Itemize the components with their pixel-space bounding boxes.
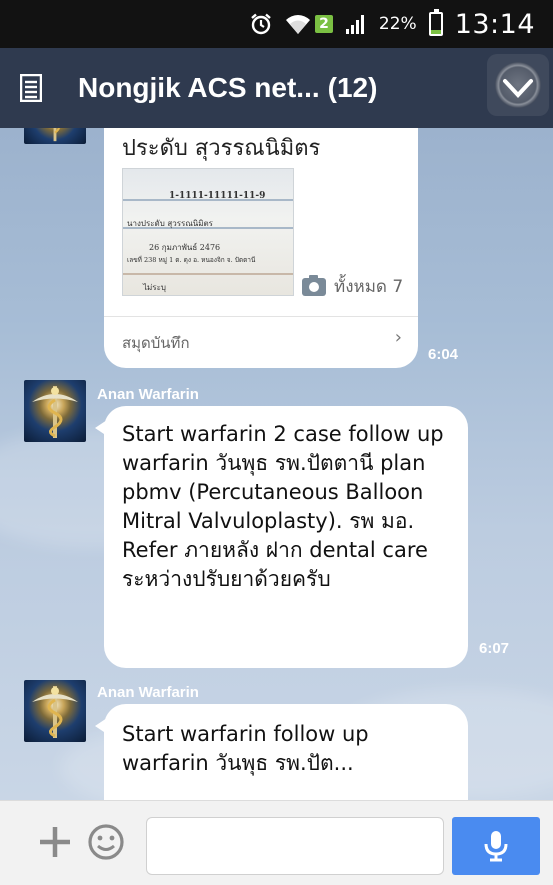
member-count: (12) <box>327 72 378 103</box>
message-bubble[interactable]: Start warfarin 2 case follow up warfarin… <box>95 406 468 668</box>
message-text: Start warfarin follow up warfarin วันพุธ… <box>122 722 369 775</box>
message-time: 6:04 <box>428 346 459 363</box>
status-bar: 2 22% 13:14 <box>0 0 553 48</box>
alarm-icon <box>249 12 273 36</box>
check-icon <box>503 79 533 98</box>
group-name: Nongjik ACS net... <box>78 72 320 103</box>
clock: 13:14 <box>454 8 535 40</box>
camera-icon <box>302 274 326 296</box>
photo-count[interactable]: ทั้งหมด 7 <box>302 273 403 300</box>
avatar[interactable] <box>24 380 86 442</box>
wifi-icon <box>285 12 311 36</box>
plus-icon[interactable] <box>36 823 74 861</box>
battery-percent: 22% <box>378 14 417 34</box>
message-bubble[interactable]: Start warfarin follow up warfarin วันพุธ… <box>95 704 468 800</box>
chat-title[interactable]: Nongjik ACS net... (12) <box>62 72 483 104</box>
microphone-icon <box>484 831 508 862</box>
photo-text-3: 26 กุมภาพันธ์ 2476 <box>149 243 221 252</box>
photo-count-label: ทั้งหมด 7 <box>334 277 404 297</box>
avatar[interactable] <box>24 680 86 742</box>
note-card[interactable]: ประดับ สุวรรณนิมิตร 1-1111-11111-11-9 นา… <box>104 128 418 368</box>
input-bar <box>0 800 553 885</box>
photo-text-4: เลขที่ 238 หมู่ 1 ต. ดุง อ. หนองจิก จ. ป… <box>127 256 256 264</box>
photo-text-2: นางประดับ สุวรรณนิมิตร <box>127 219 213 228</box>
sender-name: Anan Warfarin <box>97 684 199 701</box>
message-input[interactable] <box>146 817 444 875</box>
divider <box>104 316 418 317</box>
avatar[interactable] <box>24 128 86 144</box>
sim-2-badge: 2 <box>315 15 333 33</box>
photo-text-1: 1-1111-11111-11-9 <box>169 191 266 201</box>
photo-text-5: ไม่ระบุ <box>143 283 166 292</box>
sender-name: Anan Warfarin <box>97 386 199 403</box>
note-title: ประดับ สุวรรณนิมิตร <box>122 136 321 161</box>
battery-icon <box>428 9 443 36</box>
message-text: Start warfarin 2 case follow up warfarin… <box>122 422 444 591</box>
chat-area[interactable]: ประดับ สุวรรณนิมิตร 1-1111-11111-11-9 นา… <box>0 128 553 800</box>
chevron-right-icon[interactable]: › <box>395 327 402 348</box>
note-photo[interactable]: 1-1111-11111-11-9 นางประดับ สุวรรณนิมิตร… <box>122 168 294 296</box>
smiley-icon[interactable] <box>86 822 126 862</box>
chat-header: Nongjik ACS net... (12) <box>0 48 553 128</box>
message-time: 6:07 <box>479 640 510 657</box>
check-button[interactable] <box>483 48 553 128</box>
note-footer-label[interactable]: สมุดบันทึก <box>122 331 190 355</box>
microphone-button[interactable] <box>452 817 540 875</box>
notes-icon[interactable] <box>0 48 62 128</box>
signal-icon <box>345 13 367 35</box>
